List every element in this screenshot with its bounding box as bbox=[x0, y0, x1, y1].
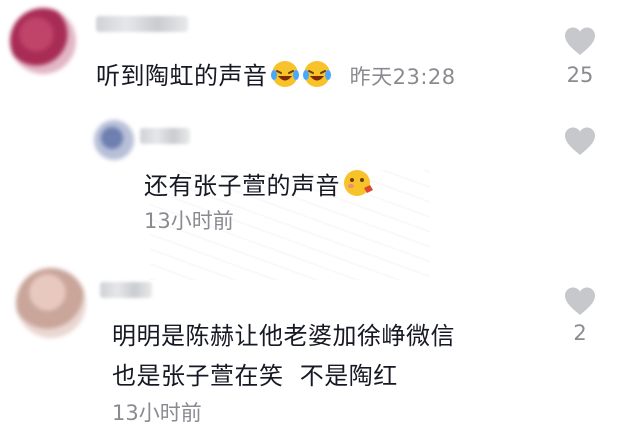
heart-icon bbox=[565, 127, 595, 155]
like-count: 2 bbox=[573, 321, 587, 345]
laughing-crying-emoji bbox=[270, 60, 300, 100]
comment-body: 还有张子萱的声音 bbox=[144, 172, 340, 200]
like-button[interactable]: 2 bbox=[560, 286, 600, 346]
comment-line: 明明是陈赫让他老婆加徐峥微信 bbox=[112, 322, 455, 350]
timestamp: 13小时前 bbox=[144, 209, 234, 233]
like-button[interactable]: 25 bbox=[560, 26, 600, 88]
comment-text: 明明是陈赫让他老婆加徐峥微信 也是张子萱在笑 不是陶红 bbox=[112, 316, 455, 396]
timestamp: 昨天23:28 bbox=[349, 65, 456, 89]
username[interactable] bbox=[96, 16, 188, 32]
username[interactable] bbox=[100, 282, 152, 298]
heart-icon bbox=[565, 27, 595, 55]
reply-item: 还有张子萱的声音 13小时前 bbox=[0, 110, 623, 260]
comment-item: 明明是陈赫让他老婆加徐峥微信 也是张子萱在笑 不是陶红 13小时前 2 bbox=[0, 260, 623, 443]
comment-item: 听到陶虹的声音 昨天23:28 25 bbox=[0, 0, 623, 110]
blushing-kiss-emoji bbox=[342, 168, 376, 210]
timestamp: 13小时前 bbox=[112, 401, 202, 425]
comment-body: 听到陶虹的声音 bbox=[96, 62, 268, 90]
like-count: 25 bbox=[566, 63, 594, 87]
username[interactable] bbox=[140, 128, 190, 144]
avatar[interactable] bbox=[16, 268, 86, 338]
comment-text: 还有张子萱的声音 bbox=[144, 166, 376, 210]
like-button[interactable] bbox=[560, 126, 600, 156]
avatar[interactable] bbox=[94, 120, 134, 160]
comment-line: 也是张子萱在笑 不是陶红 bbox=[112, 362, 398, 390]
comment-text: 听到陶虹的声音 昨天23:28 bbox=[96, 56, 456, 100]
laughing-crying-emoji bbox=[302, 60, 332, 100]
avatar[interactable] bbox=[10, 8, 76, 74]
heart-icon bbox=[565, 287, 595, 315]
